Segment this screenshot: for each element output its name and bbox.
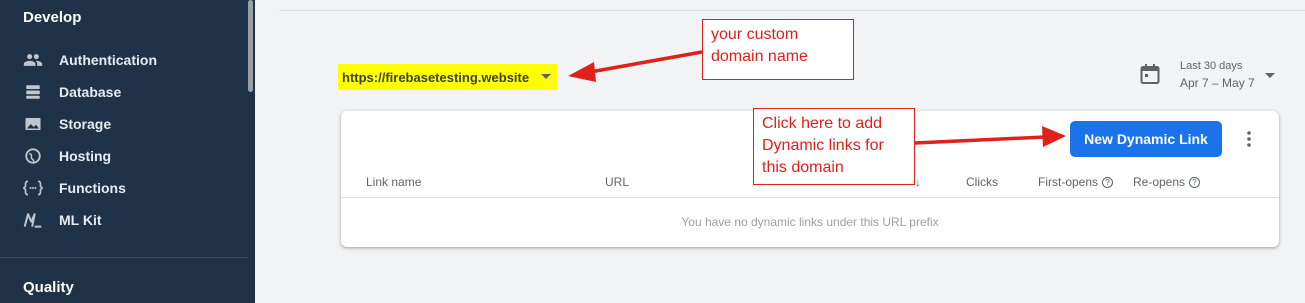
table-header-divider [341, 197, 1279, 198]
annotation-button-note: Click here to add Dynamic links for this… [753, 108, 915, 185]
calendar-icon [1140, 63, 1160, 90]
functions-icon [23, 178, 43, 198]
annotation-text: this domain [762, 159, 844, 176]
sort-arrow-icon[interactable]: ↓ [915, 175, 921, 189]
sidebar-divider [0, 257, 248, 258]
help-icon[interactable]: ? [1102, 176, 1114, 188]
sidebar-item-label: Hosting [59, 148, 112, 164]
people-icon [23, 50, 43, 70]
column-header-link-name[interactable]: Link name [366, 175, 421, 189]
sidebar-item-database[interactable]: Database [0, 78, 240, 106]
help-icon[interactable]: ? [1189, 176, 1201, 188]
column-header-url[interactable]: URL [605, 175, 629, 189]
annotation-text: Dynamic links for [762, 137, 884, 154]
column-header-re-opens[interactable]: Re-opens? [1133, 175, 1201, 189]
annotation-text: Click here to add [762, 115, 883, 132]
sidebar-item-label: Functions [59, 180, 126, 196]
sidebar-item-label: Authentication [59, 52, 157, 68]
globe-icon [23, 146, 43, 166]
sidebar-item-ml-kit[interactable]: ML Kit [0, 206, 240, 234]
new-dynamic-link-button[interactable]: New Dynamic Link [1070, 121, 1222, 157]
annotation-domain-note: your custom domain name [702, 19, 854, 80]
sidebar-item-authentication[interactable]: Authentication [0, 46, 240, 74]
image-icon [23, 114, 43, 134]
sidebar-item-label: ML Kit [59, 212, 102, 228]
date-range-label: Last 30 days [1180, 60, 1243, 72]
column-label: Link name [366, 175, 422, 189]
sidebar: Develop Authentication Database Storage … [0, 0, 255, 303]
date-range-value: Apr 7 – May 7 [1180, 76, 1255, 90]
column-label: Clicks [966, 175, 998, 189]
sidebar-item-functions[interactable]: Functions [0, 174, 240, 202]
empty-state-message: You have no dynamic links under this URL… [681, 215, 939, 229]
header-divider [279, 10, 1305, 11]
sidebar-item-label: Storage [59, 116, 112, 132]
column-label: First-opens [1038, 175, 1099, 189]
domain-selector-value: https://firebasetesting.website [342, 69, 530, 85]
domain-selector[interactable]: https://firebasetesting.website [338, 64, 557, 90]
column-label: URL [605, 175, 630, 189]
chevron-down-icon [1265, 73, 1275, 78]
database-icon [23, 82, 43, 102]
sidebar-item-label: Database [59, 84, 122, 100]
sidebar-item-storage[interactable]: Storage [0, 110, 240, 138]
column-header-first-opens[interactable]: First-opens? [1038, 175, 1114, 189]
date-range-selector[interactable]: Last 30 days Apr 7 – May 7 [1140, 58, 1280, 94]
sidebar-scrollbar[interactable] [248, 0, 253, 92]
annotation-text: domain name [711, 48, 808, 65]
section-title-develop: Develop [23, 9, 82, 26]
column-header-clicks[interactable]: Clicks [966, 175, 998, 189]
chevron-down-icon [541, 74, 551, 79]
sidebar-item-hosting[interactable]: Hosting [0, 142, 240, 170]
column-label: Re-opens [1133, 175, 1186, 189]
annotation-text: your custom [711, 26, 799, 43]
more-vert-icon[interactable] [1239, 129, 1259, 149]
ml-kit-icon [23, 210, 43, 230]
section-title-quality: Quality [23, 279, 74, 296]
